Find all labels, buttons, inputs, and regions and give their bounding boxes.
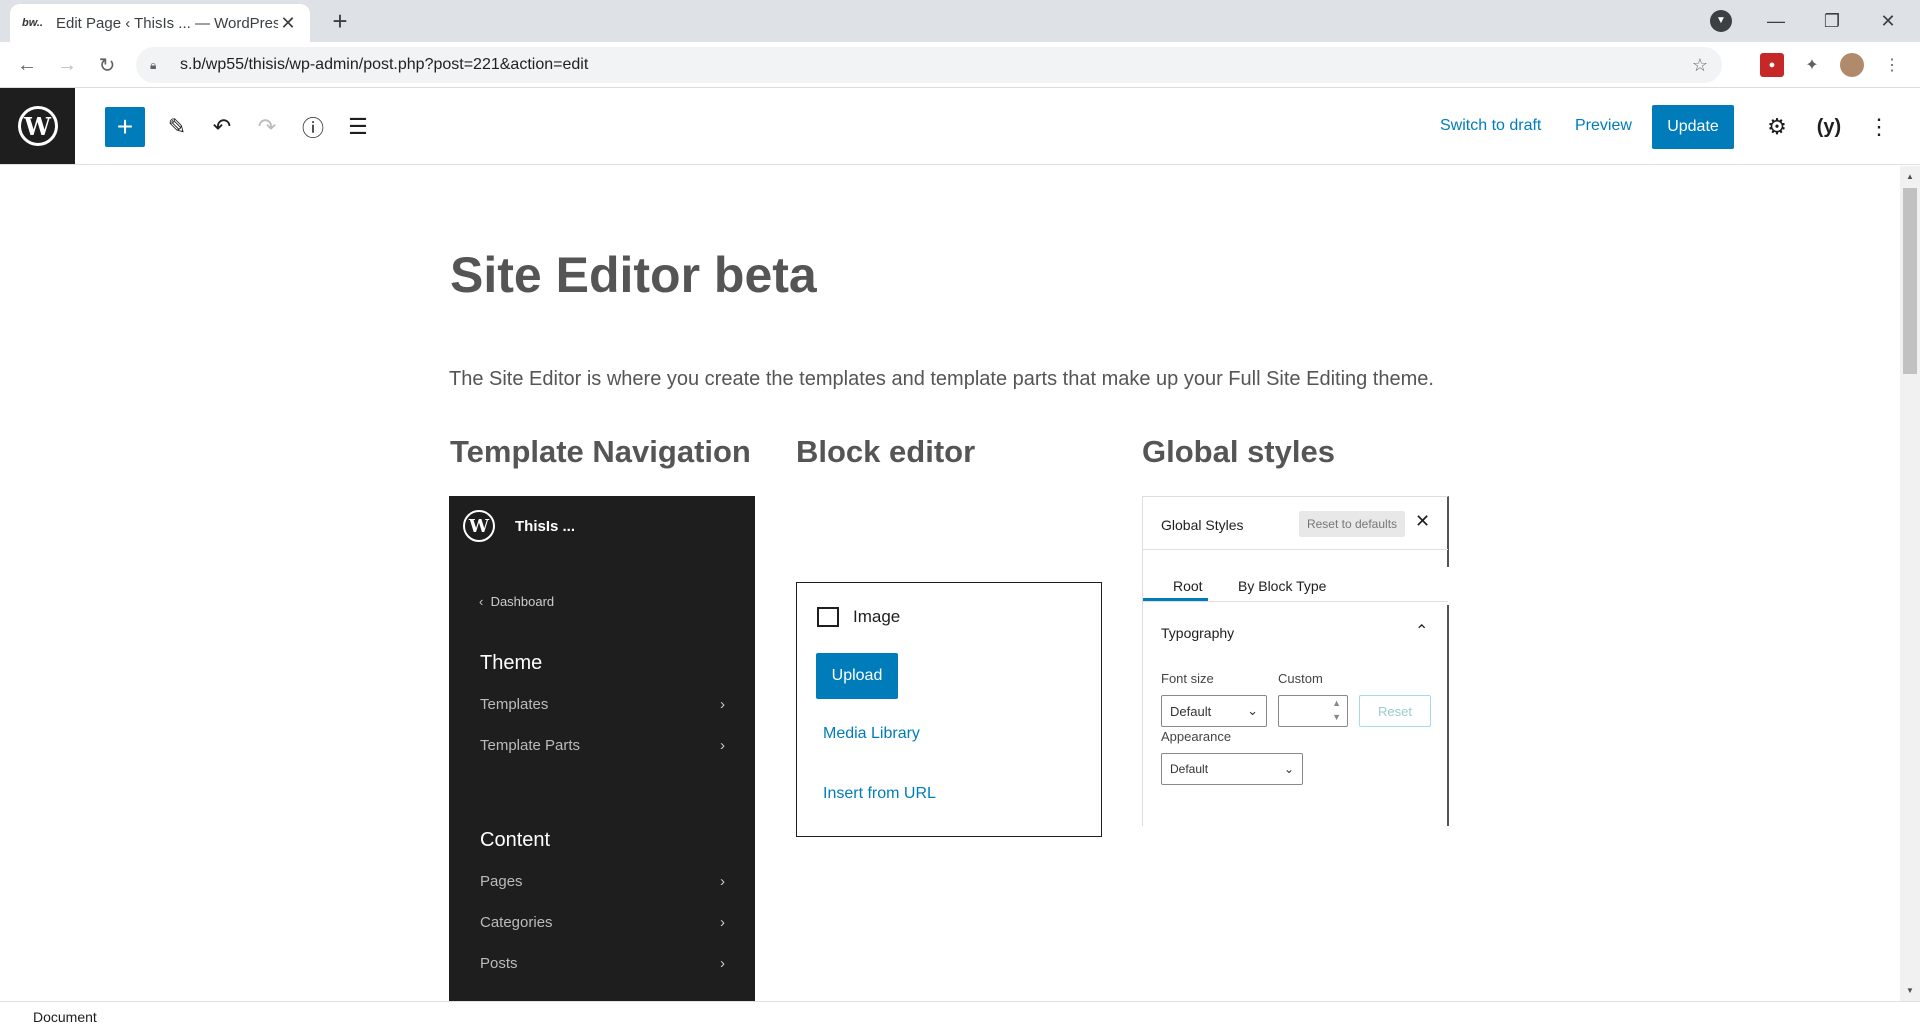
tnav-item: Pages › [480,873,725,890]
block-breadcrumb-bar: Document [0,1001,1920,1030]
chevron-right-icon: › [720,737,725,754]
site-favicon-icon: bw.. [22,17,43,29]
tnav-content-heading: Content [480,829,551,851]
gs-appearance-select: Default ⌄ [1161,753,1303,785]
editor-toolbar: W + ✎ ↶ ↷ ⓘ ☰ Switch to draft Preview Up… [0,88,1920,165]
block-editor-heading[interactable]: Block editor [796,434,975,470]
gs-custom-size-input: ▲ ▼ [1278,695,1348,727]
update-button[interactable]: Update [1652,105,1734,149]
browser-tab[interactable]: bw.. Edit Page ‹ ThisIs ... — WordPress … [10,4,310,42]
template-navigation-image[interactable]: W ThisIs ... ‹ Dashboard Theme Templates… [449,496,755,1001]
gs-typography-heading: Typography [1161,625,1235,641]
wordpress-w-icon: W [17,106,58,146]
restore-icon[interactable]: ❐ [1804,0,1860,42]
editor-scrollbar[interactable]: ▲ ▼ [1900,166,1920,1001]
tab-title: Edit Page ‹ ThisIs ... — WordPress [56,14,278,32]
block-editor-image[interactable]: Image Upload Media Library Insert from U… [796,582,1102,837]
editor-canvas: Site Editor beta The Site Editor is wher… [0,166,1900,1001]
wordpress-w-icon: W [463,510,495,542]
tnav-item: Templates › [480,696,725,713]
browser-addressbar: ← → ↻ 🔒︎ s.b/wp55/thisis/wp-admin/post.p… [0,42,1920,88]
tnav-item-label: Categories [480,914,553,931]
chevron-right-icon: › [720,955,725,972]
settings-gear-icon[interactable]: ⚙ [1760,110,1794,144]
tnav-item-label: Pages [480,873,523,890]
intro-paragraph[interactable]: The Site Editor is where you create the … [449,368,1434,391]
gs-font-size-select: Default ⌄ [1161,695,1267,727]
tnav-item: Categories › [480,914,725,931]
global-styles-heading[interactable]: Global styles [1142,434,1335,470]
tab-close-icon[interactable]: ✕ [278,13,298,34]
tnav-item-label: Templates [480,696,549,713]
chevron-down-icon: ⌄ [1283,762,1294,776]
page-title[interactable]: Site Editor beta [450,246,817,304]
image-block-label: Image [853,607,901,626]
scroll-up-icon[interactable]: ▲ [1900,172,1920,181]
preview-button[interactable]: Preview [1575,117,1632,135]
close-icon: ✕ [1415,511,1431,531]
chevron-right-icon: › [720,914,725,931]
minimize-icon[interactable]: — [1748,0,1804,42]
profile-avatar[interactable] [1840,53,1864,77]
forward-icon[interactable]: → [52,50,82,80]
gs-divider [1143,549,1448,550]
gs-reset-button: Reset [1359,695,1431,727]
reload-icon[interactable]: ↻ [92,50,122,80]
gs-font-size-label: Font size [1161,671,1214,686]
extension-icon[interactable]: ● [1760,53,1784,77]
lock-icon: 🔒︎ [150,57,157,72]
wordpress-logo[interactable]: W [0,88,75,164]
more-options-icon[interactable]: ⋮ [1862,110,1896,144]
media-library-link-illustration: Media Library [823,725,920,742]
browser-menu-icon[interactable]: ⋮ [1880,53,1904,77]
tnav-dashboard-label: Dashboard [490,594,555,609]
tnav-brand: W ThisIs ... [463,510,575,542]
scroll-down-icon[interactable]: ▼ [1900,986,1920,995]
template-navigation-heading[interactable]: Template Navigation [450,434,751,470]
tnav-item: Posts › [480,955,725,972]
block-inserter-button[interactable]: + [105,107,145,147]
gs-appearance-value: Default [1170,762,1209,776]
insert-from-url-link-illustration: Insert from URL [823,785,936,802]
undo-icon[interactable]: ↶ [205,110,239,144]
list-view-icon[interactable]: ☰ [341,110,375,144]
url-field[interactable]: 🔒︎ s.b/wp55/thisis/wp-admin/post.php?pos… [136,47,1722,83]
gs-appearance-label: Appearance [1161,729,1232,744]
redo-icon[interactable]: ↷ [250,110,284,144]
new-tab-button[interactable]: + [325,6,355,36]
tnav-dashboard-link: ‹ Dashboard [479,594,555,609]
info-icon[interactable]: ⓘ [296,110,330,144]
extensions-puzzle-icon[interactable]: ✦ [1800,53,1824,77]
download-indicator-icon[interactable]: ▼ [1710,10,1732,32]
chevron-right-icon: › [720,696,725,713]
switch-to-draft-button[interactable]: Switch to draft [1440,117,1541,135]
browser-tabbar: bw.. Edit Page ‹ ThisIs ... — WordPress … [0,0,1920,42]
global-styles-image[interactable]: Global Styles Reset to defaults ✕ Root B… [1142,496,1526,826]
url-text: s.b/wp55/thisis/wp-admin/post.php?post=2… [180,56,589,73]
yoast-icon[interactable]: (y) [1812,110,1846,144]
tnav-item: Template Parts › [480,737,725,754]
back-icon[interactable]: ← [12,50,42,80]
image-block-header: Image [817,607,900,627]
tnav-site-name: ThisIs ... [515,517,576,535]
tnav-item-label: Template Parts [480,737,581,754]
scrollbar-thumb[interactable] [1903,188,1917,374]
image-icon [817,607,839,627]
chevron-up-icon: ⌃ [1415,623,1429,640]
tnav-theme-heading: Theme [480,652,543,674]
gs-font-size-value: Default [1170,703,1212,719]
edit-pencil-icon[interactable]: ✎ [160,110,194,144]
gs-title: Global Styles [1161,517,1244,533]
chevron-down-icon: ⌄ [1247,703,1258,718]
gs-divider [1143,601,1448,602]
gs-custom-label: Custom [1278,671,1323,686]
window-close-icon[interactable]: ✕ [1860,0,1916,42]
gs-tab-block-type: By Block Type [1226,567,1526,605]
gs-reset-defaults: Reset to defaults [1299,511,1405,537]
chevron-right-icon: › [720,873,725,890]
upload-button-illustration: Upload [816,653,898,699]
tnav-item-label: Posts [480,955,518,972]
bookmark-star-icon[interactable]: ☆ [1692,55,1708,76]
breadcrumb-document[interactable]: Document [33,1009,97,1025]
